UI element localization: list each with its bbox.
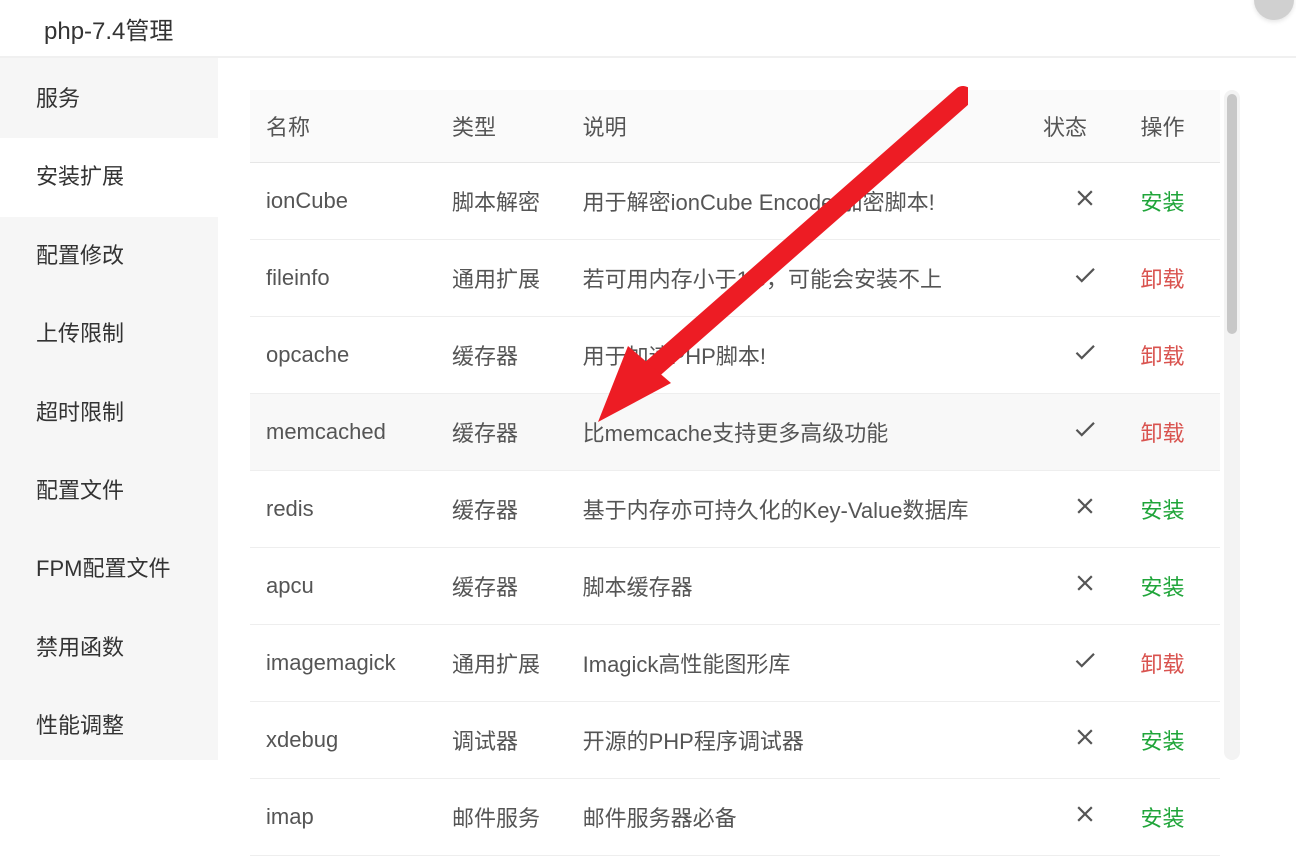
table-row: apcu缓存器脚本缓存器 安装 [250,548,1220,625]
install-button[interactable]: 安装 [1140,190,1184,215]
cell-name: memcached [250,394,436,471]
extensions-table: 名称 类型 说明 状态 操作 ionCube脚本解密用于解密ionCube En… [250,90,1220,856]
cell-action: 卸载 [1124,240,1220,317]
cell-description: 比memcache支持更多高级功能 [567,394,1039,471]
sidebar-item-fpm-config[interactable]: FPM配置文件 [0,530,218,608]
cell-name: fileinfo [250,240,436,317]
sidebar-item-config-file[interactable]: 配置文件 [0,452,218,530]
cell-status [1039,317,1124,394]
table-row: imagemagick通用扩展Imagick高性能图形库 卸载 [250,625,1220,702]
uninstall-button[interactable]: 卸载 [1140,421,1184,446]
check-icon [1072,339,1098,365]
install-button[interactable]: 安装 [1140,498,1184,523]
cell-action: 安装 [1124,548,1220,625]
cell-description: 开源的PHP程序调试器 [567,702,1039,779]
install-button[interactable]: 安装 [1140,806,1184,831]
table-row: memcached缓存器比memcache支持更多高级功能 卸载 [250,394,1220,471]
cell-name: xdebug [250,702,436,779]
cell-name: imap [250,779,436,856]
cell-description: 基于内存亦可持久化的Key-Value数据库 [567,471,1039,548]
sidebar-item-perf-tuning[interactable]: 性能调整 [0,687,218,765]
cell-action: 安装 [1124,779,1220,856]
cell-name: redis [250,471,436,548]
cell-action: 卸载 [1124,625,1220,702]
sidebar-item-disabled-func[interactable]: 禁用函数 [0,609,218,687]
cross-icon [1072,724,1098,750]
sidebar-item-service[interactable]: 服务 [0,60,218,138]
th-status: 状态 [1039,90,1124,163]
sidebar: 服务 安装扩展 配置修改 上传限制 超时限制 配置文件 FPM配置文件 禁用函数… [0,58,218,760]
check-icon [1072,647,1098,673]
table-row: ionCube脚本解密用于解密ionCube Encoder加密脚本! 安装 [250,163,1220,240]
cell-type: 脚本解密 [436,163,567,240]
sidebar-item-upload-limit[interactable]: 上传限制 [0,295,218,373]
cell-action: 卸载 [1124,394,1220,471]
cross-icon [1072,493,1098,519]
cell-status [1039,702,1124,779]
cell-type: 通用扩展 [436,240,567,317]
check-icon [1072,262,1098,288]
uninstall-button[interactable]: 卸载 [1140,652,1184,677]
cell-name: opcache [250,317,436,394]
scrollbar-thumb[interactable] [1227,94,1237,334]
cell-description: 脚本缓存器 [567,548,1039,625]
table-row: fileinfo通用扩展若可用内存小于1G，可能会安装不上 卸载 [250,240,1220,317]
cell-type: 邮件服务 [436,779,567,856]
cell-name: apcu [250,548,436,625]
th-type: 类型 [436,90,567,163]
cell-type: 缓存器 [436,394,567,471]
cell-description: 用于加速PHP脚本! [567,317,1039,394]
cell-status [1039,471,1124,548]
page-title: php-7.4管理 [44,11,173,46]
table-row: xdebug调试器开源的PHP程序调试器 安装 [250,702,1220,779]
install-button[interactable]: 安装 [1140,729,1184,754]
cell-action: 安装 [1124,702,1220,779]
cell-type: 缓存器 [436,317,567,394]
cell-description: 邮件服务器必备 [567,779,1039,856]
cell-type: 缓存器 [436,548,567,625]
main-container: 服务 安装扩展 配置修改 上传限制 超时限制 配置文件 FPM配置文件 禁用函数… [0,58,1296,760]
cell-description: 用于解密ionCube Encoder加密脚本! [567,163,1039,240]
cell-status [1039,240,1124,317]
uninstall-button[interactable]: 卸载 [1140,267,1184,292]
cell-type: 通用扩展 [436,625,567,702]
th-description: 说明 [567,90,1039,163]
cell-action: 安装 [1124,471,1220,548]
header: php-7.4管理 [0,0,1296,58]
table-row: redis缓存器基于内存亦可持久化的Key-Value数据库 安装 [250,471,1220,548]
table-row: imap邮件服务邮件服务器必备 安装 [250,779,1220,856]
cell-status [1039,394,1124,471]
cell-action: 卸载 [1124,317,1220,394]
uninstall-button[interactable]: 卸载 [1140,344,1184,369]
table-row: opcache缓存器用于加速PHP脚本! 卸载 [250,317,1220,394]
cell-status [1039,625,1124,702]
cross-icon [1072,570,1098,596]
cell-status [1039,163,1124,240]
cell-name: imagemagick [250,625,436,702]
sidebar-item-config-modify[interactable]: 配置修改 [0,217,218,295]
cell-action: 安装 [1124,163,1220,240]
content-area: 名称 类型 说明 状态 操作 ionCube脚本解密用于解密ionCube En… [218,58,1296,760]
sidebar-item-timeout-limit[interactable]: 超时限制 [0,374,218,452]
cell-name: ionCube [250,163,436,240]
check-icon [1072,416,1098,442]
th-action: 操作 [1124,90,1220,163]
table-wrapper: 名称 类型 说明 状态 操作 ionCube脚本解密用于解密ionCube En… [250,90,1240,856]
cell-description: 若可用内存小于1G，可能会安装不上 [567,240,1039,317]
cell-type: 缓存器 [436,471,567,548]
table-header-row: 名称 类型 说明 状态 操作 [250,90,1220,163]
cross-icon [1072,185,1098,211]
th-name: 名称 [250,90,436,163]
cell-status [1039,779,1124,856]
sidebar-item-install-ext[interactable]: 安装扩展 [0,138,218,216]
scrollbar-track[interactable] [1224,90,1240,760]
cell-description: Imagick高性能图形库 [567,625,1039,702]
cross-icon [1072,801,1098,827]
install-button[interactable]: 安装 [1140,575,1184,600]
cell-status [1039,548,1124,625]
cell-type: 调试器 [436,702,567,779]
